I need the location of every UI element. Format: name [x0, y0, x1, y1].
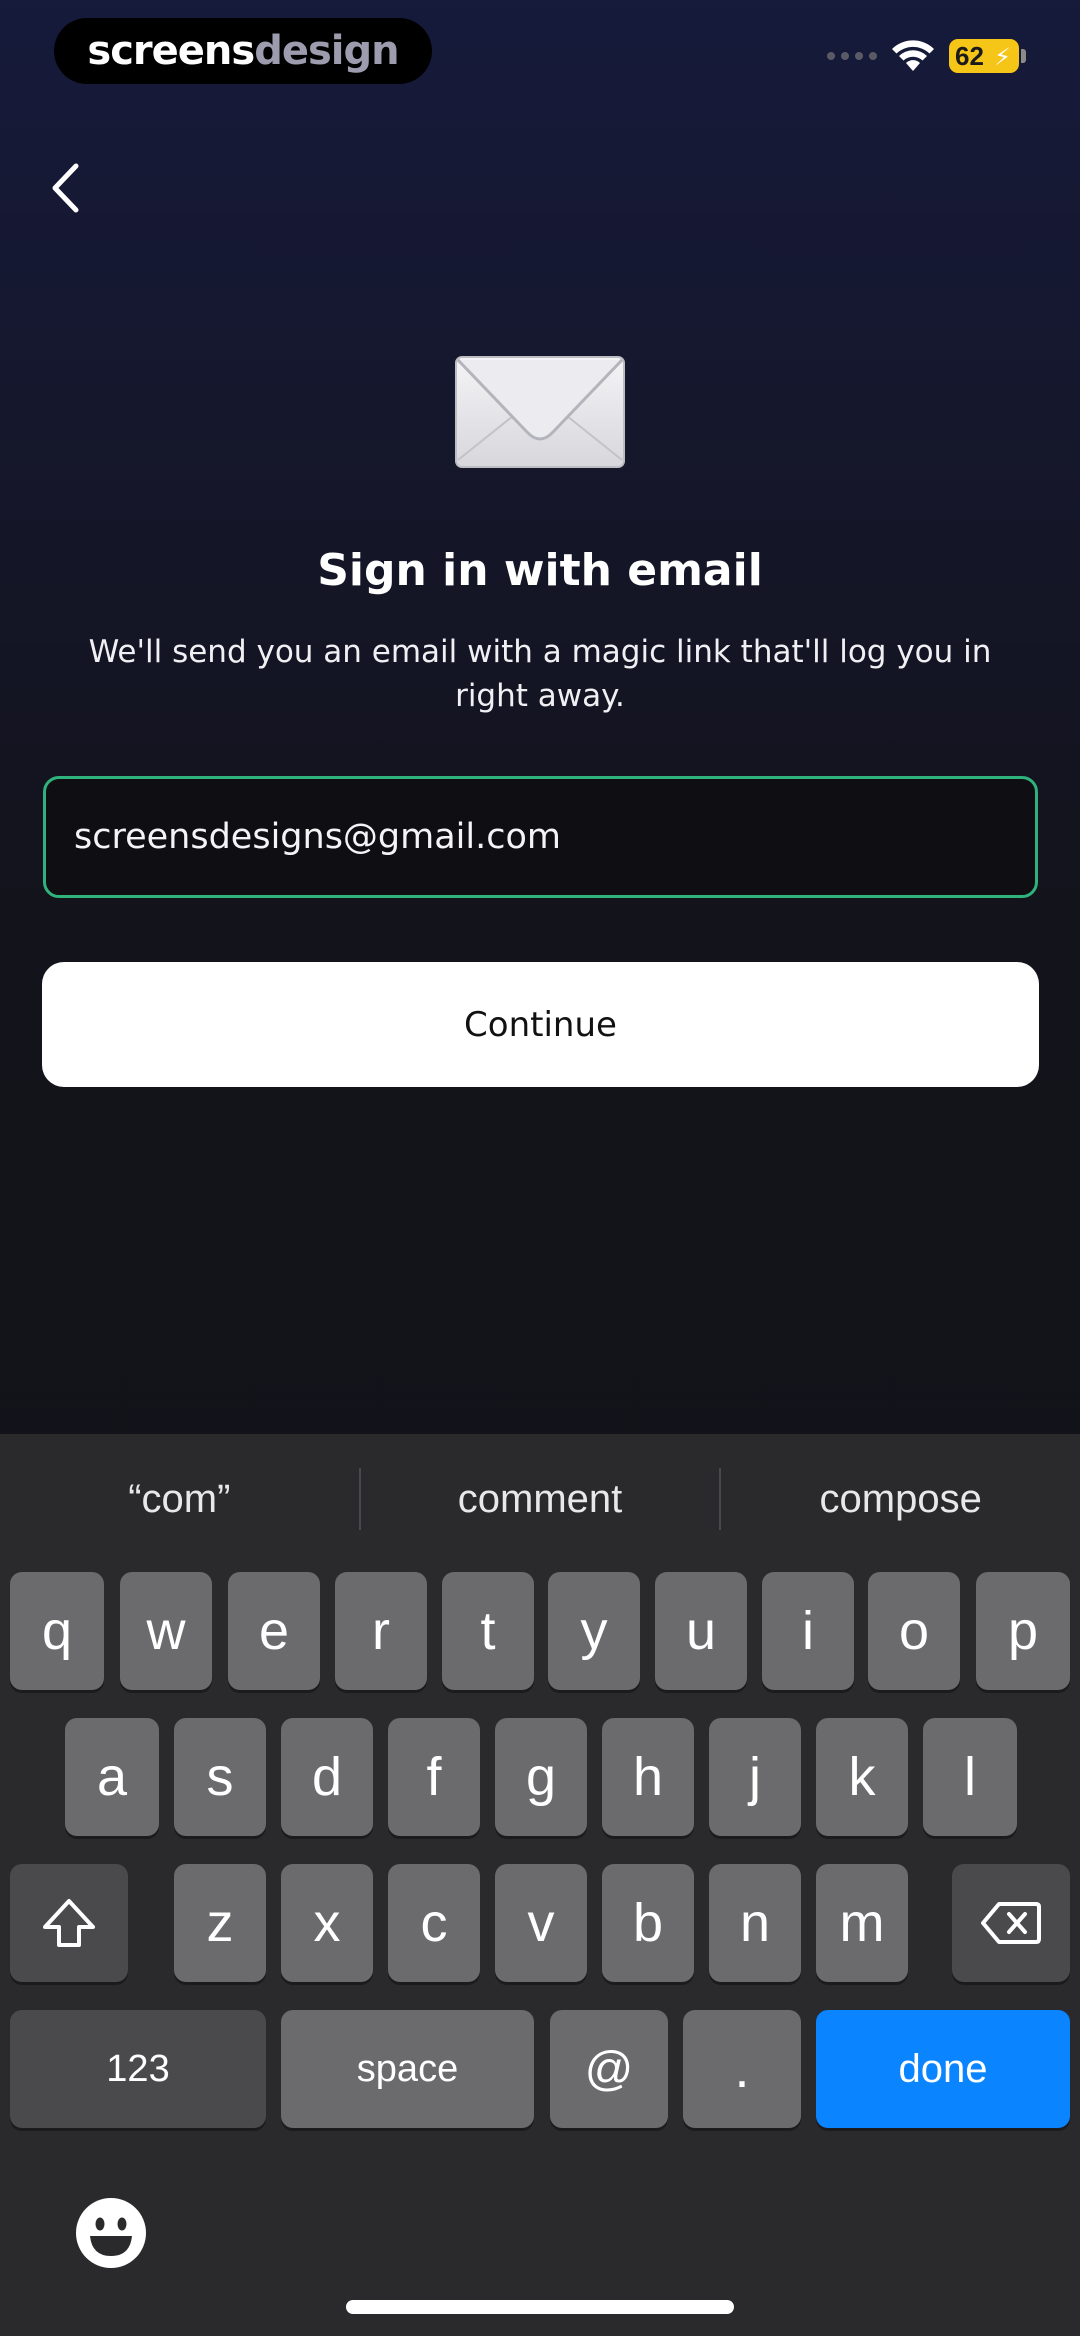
key-f[interactable]: f — [388, 1718, 480, 1836]
key-z[interactable]: z — [174, 1864, 266, 1982]
dot-key[interactable]: . — [683, 2010, 801, 2128]
suggestion-item[interactable]: compose — [721, 1477, 1080, 1522]
key-i[interactable]: i — [762, 1572, 854, 1690]
page-title: Sign in with email — [317, 545, 763, 596]
battery-icon: 62 ⚡ — [949, 39, 1019, 73]
shift-icon — [43, 1899, 95, 1947]
key-j[interactable]: j — [709, 1718, 801, 1836]
key-y[interactable]: y — [548, 1572, 640, 1690]
cellular-signal-icon — [827, 52, 877, 60]
numbers-key[interactable]: 123 — [10, 2010, 266, 2128]
brand-logo: screens design — [54, 18, 432, 84]
email-field[interactable] — [43, 776, 1038, 898]
key-x[interactable]: x — [281, 1864, 373, 1982]
key-v[interactable]: v — [495, 1864, 587, 1982]
home-indicator — [346, 2300, 734, 2314]
battery-level: 62 — [955, 40, 984, 71]
brand-logo-text-part1: screens — [87, 28, 255, 74]
done-key[interactable]: done — [816, 2010, 1070, 2128]
space-key[interactable]: space — [281, 2010, 534, 2128]
key-h[interactable]: h — [602, 1718, 694, 1836]
wifi-icon — [891, 39, 935, 73]
key-n[interactable]: n — [709, 1864, 801, 1982]
key-t[interactable]: t — [442, 1572, 534, 1690]
key-l[interactable]: l — [923, 1718, 1017, 1836]
back-button[interactable] — [50, 156, 100, 220]
continue-button[interactable]: Continue — [42, 962, 1039, 1087]
battery-cap — [1021, 49, 1026, 63]
backspace-icon — [981, 1902, 1041, 1944]
key-s[interactable]: s — [174, 1718, 266, 1836]
delete-key[interactable] — [952, 1864, 1070, 1982]
suggestion-item[interactable]: comment — [361, 1477, 720, 1522]
shift-key[interactable] — [10, 1864, 128, 1982]
emoji-icon — [76, 2198, 146, 2268]
suggestion-item[interactable]: “com” — [0, 1477, 359, 1522]
key-p[interactable]: p — [976, 1572, 1070, 1690]
key-a[interactable]: a — [65, 1718, 159, 1836]
envelope-icon — [455, 356, 625, 468]
key-r[interactable]: r — [335, 1572, 427, 1690]
key-g[interactable]: g — [495, 1718, 587, 1836]
key-q[interactable]: q — [10, 1572, 104, 1690]
page-subtitle: We'll send you an email with a magic lin… — [88, 634, 992, 714]
key-w[interactable]: w — [120, 1572, 212, 1690]
status-bar-indicators: 62 ⚡ — [827, 36, 1026, 76]
key-d[interactable]: d — [281, 1718, 373, 1836]
charging-bolt-icon: ⚡ — [994, 44, 1011, 71]
key-e[interactable]: e — [228, 1572, 320, 1690]
chevron-left-icon — [52, 163, 79, 213]
email-input[interactable] — [74, 817, 1035, 857]
emoji-button[interactable] — [74, 2196, 148, 2270]
at-key[interactable]: @ — [550, 2010, 668, 2128]
brand-logo-text-part2: design — [254, 28, 399, 74]
key-k[interactable]: k — [816, 1718, 908, 1836]
keyboard-suggestions-bar: “com” comment compose — [0, 1434, 1080, 1564]
key-m[interactable]: m — [816, 1864, 908, 1982]
key-o[interactable]: o — [868, 1572, 960, 1690]
key-u[interactable]: u — [655, 1572, 747, 1690]
key-c[interactable]: c — [388, 1864, 480, 1982]
key-b[interactable]: b — [602, 1864, 694, 1982]
